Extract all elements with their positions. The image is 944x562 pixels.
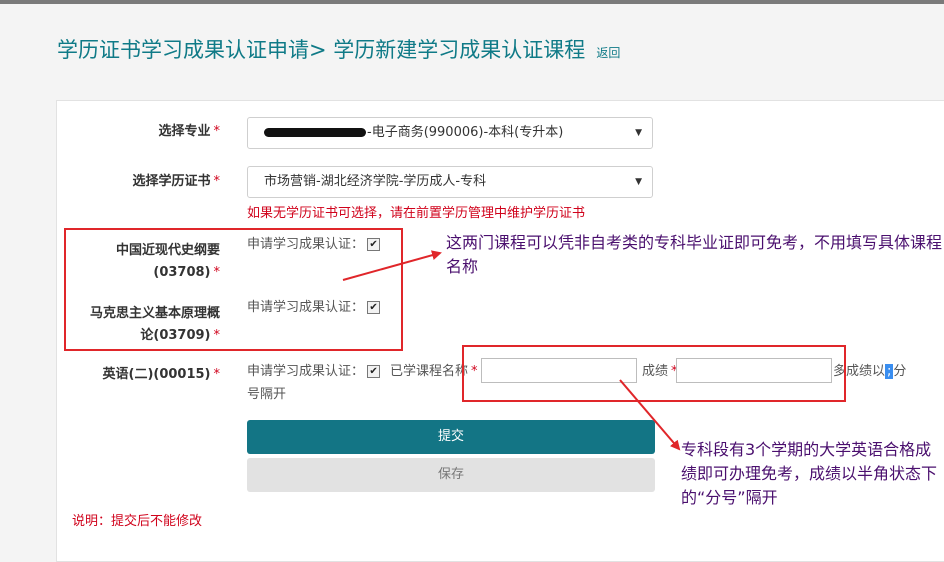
arrow-to-note1 — [342, 250, 442, 281]
annotation-note1: 这两门课程可以凭非自考类的专科毕业证即可免考，不用填写具体课程名称 — [446, 233, 943, 276]
annotation-note2: 专科段有3个学期的大学英语合格成绩即可办理免考，成绩以半角状态下的“分号”隔开 — [681, 440, 938, 507]
arrow-to-note2 — [619, 379, 681, 451]
